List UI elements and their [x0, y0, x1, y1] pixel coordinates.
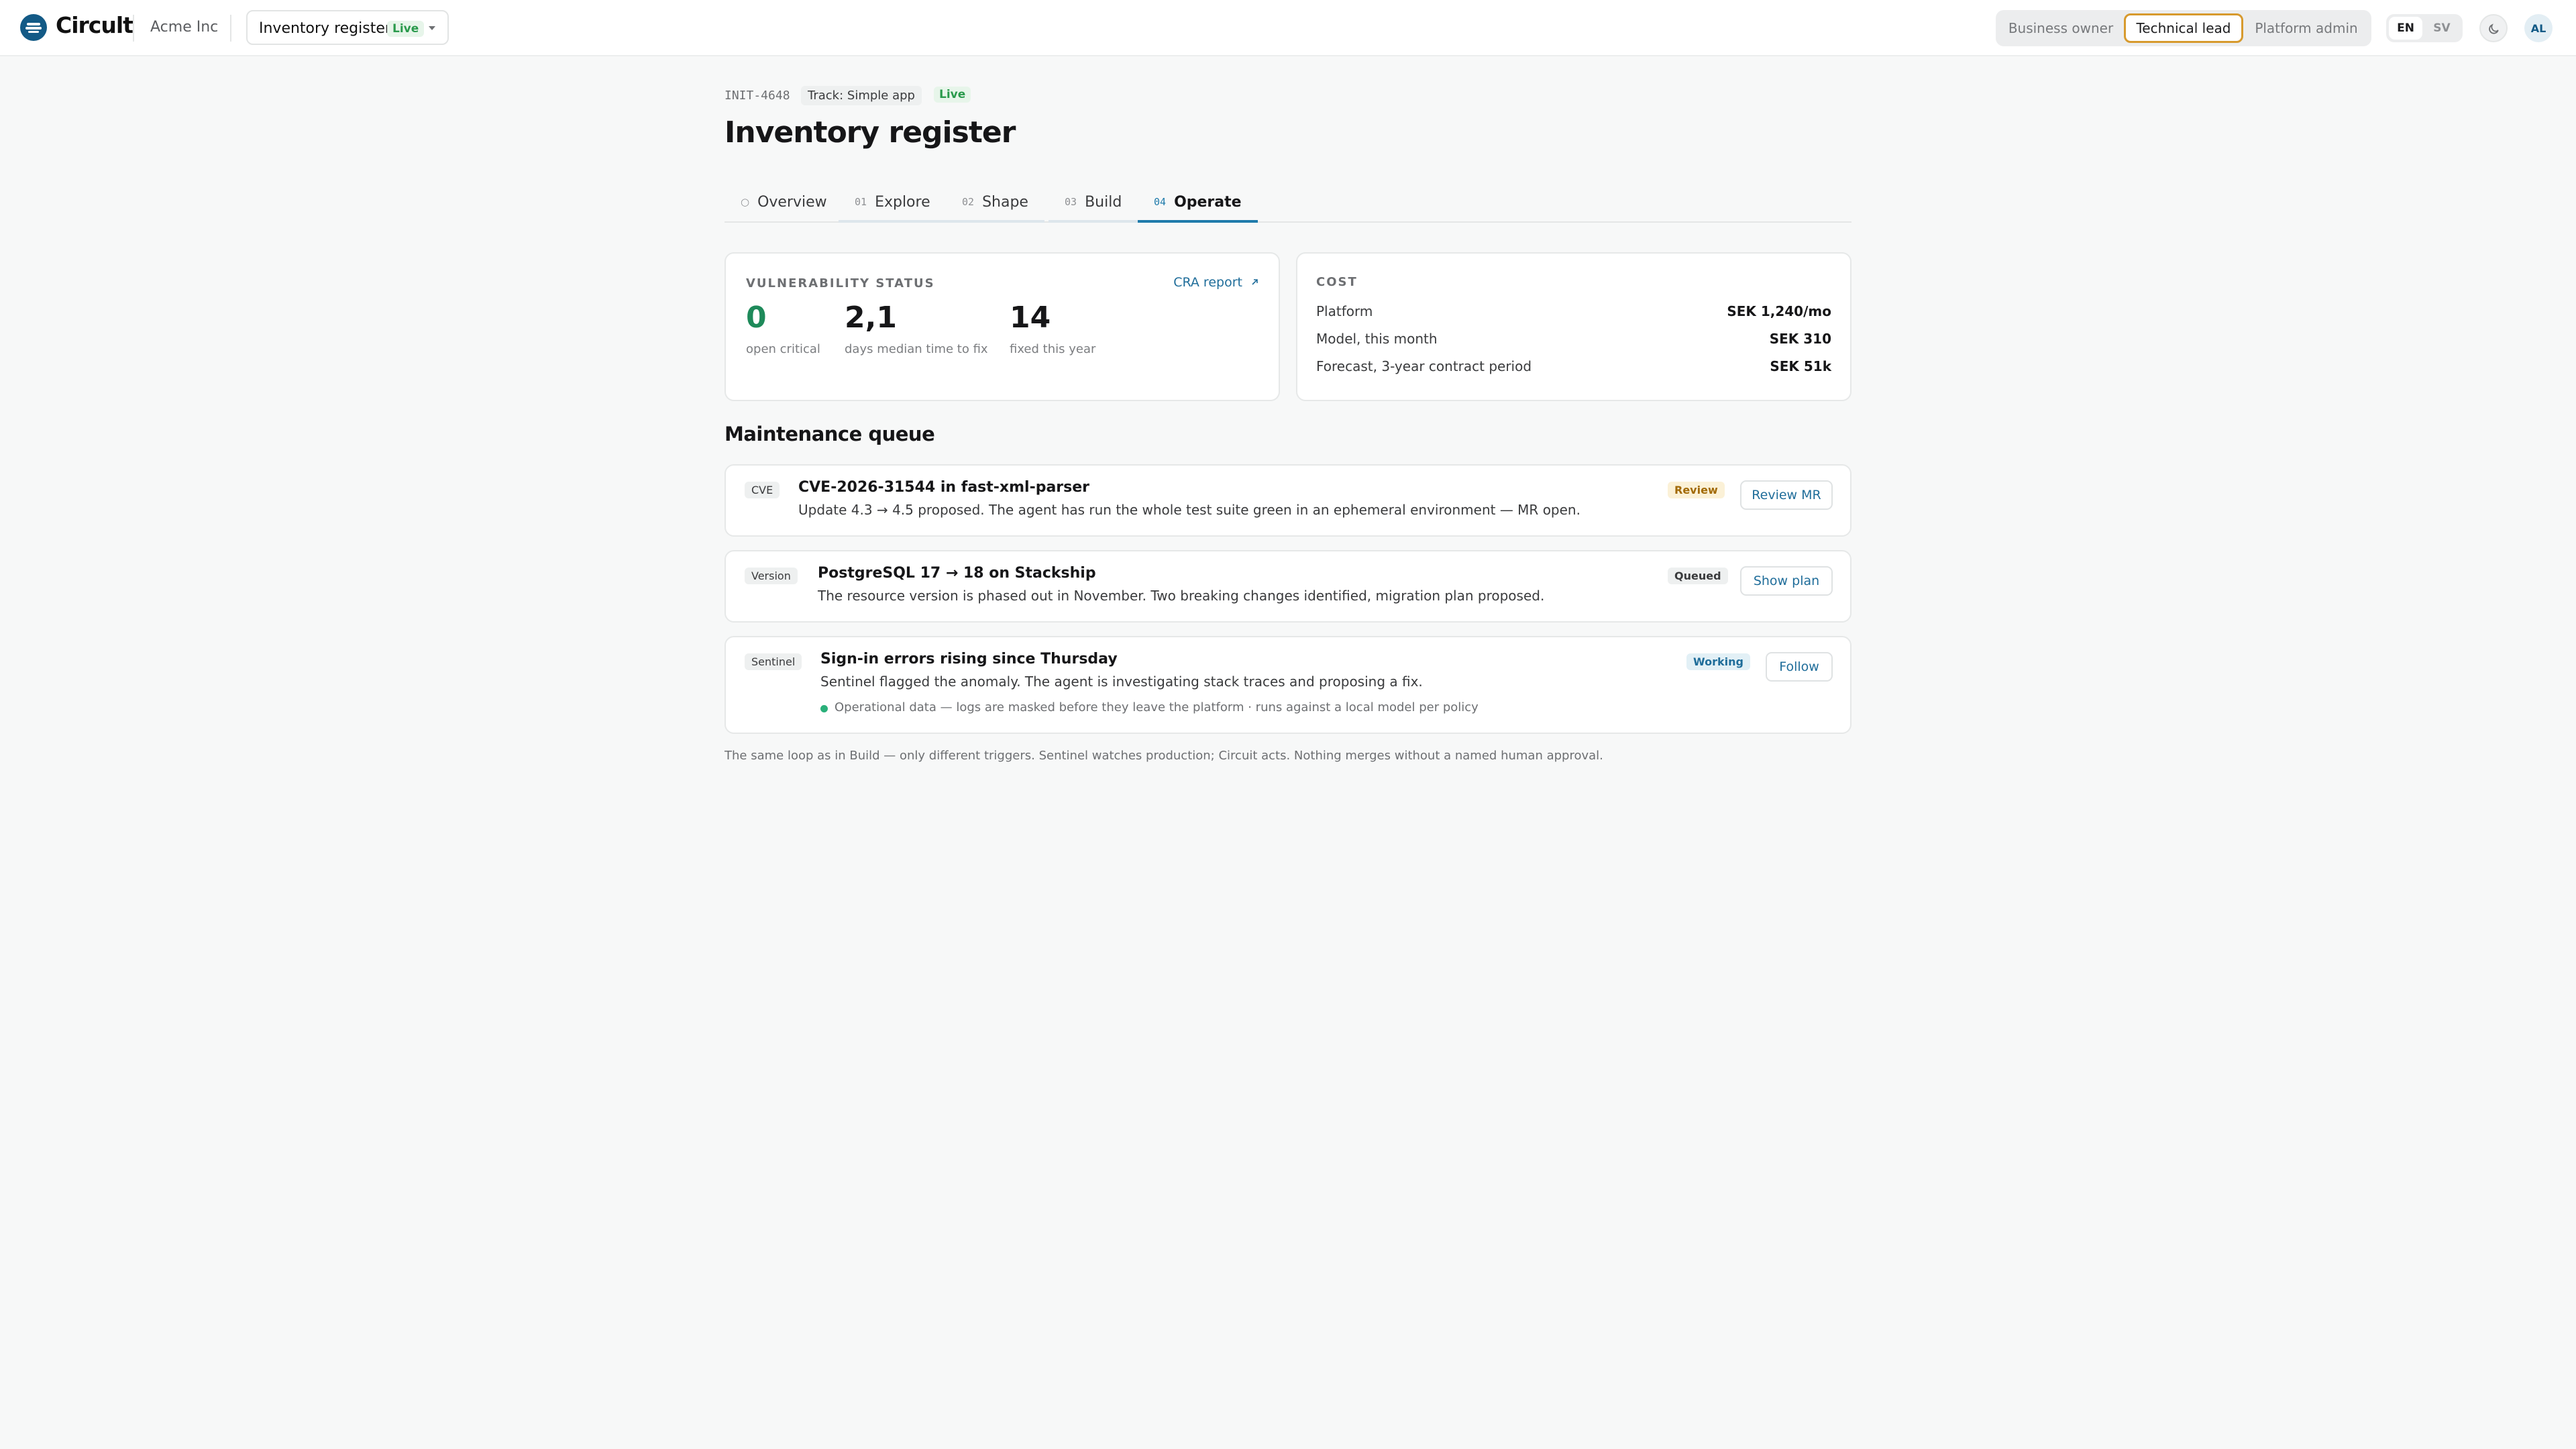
follow-button[interactable]: Follow — [1766, 652, 1833, 682]
project-status-badge: Live — [387, 21, 425, 37]
queue-item-title: Sign-in errors rising since Thursday — [820, 651, 1118, 667]
tab-label: Explore — [875, 193, 930, 211]
queue-item-description: The resource version is phased out in No… — [818, 588, 1545, 604]
role-switcher: Business owner Technical lead Platform a… — [1996, 10, 2371, 46]
tab-label: Operate — [1174, 193, 1242, 211]
project-selector[interactable]: Inventory register Live — [246, 10, 449, 45]
queue-item-sentinel: Sentinel Sign-in errors rising since Thu… — [724, 636, 1851, 734]
divider — [230, 15, 231, 42]
tab-number: 04 — [1154, 196, 1167, 208]
stat-open-critical-value: 0 — [746, 301, 767, 335]
data-policy-note: Operational data — logs are masked befor… — [835, 700, 1479, 714]
role-platform-admin[interactable]: Platform admin — [2247, 13, 2366, 43]
tab-label: Shape — [982, 193, 1028, 211]
queue-item-description: Update 4.3 → 4.5 proposed. The agent has… — [798, 502, 1580, 518]
review-mr-button[interactable]: Review MR — [1740, 480, 1833, 510]
stat-median-fix-caption: days median time to fix — [845, 342, 988, 356]
project-name: Inventory register — [259, 20, 391, 37]
stat-median-fix-value: 2,1 — [845, 301, 897, 335]
queue-item-title: PostgreSQL 17 → 18 on Stackship — [818, 565, 1096, 582]
queue-item-description: Sentinel flagged the anomaly. The agent … — [820, 674, 1423, 690]
tab-label: Build — [1085, 193, 1122, 211]
language-sv[interactable]: SV — [2425, 17, 2459, 40]
cost-row-forecast: Forecast, 3-year contract period SEK 51k — [1316, 358, 1831, 378]
tab-number: 01 — [855, 196, 867, 208]
top-bar: Circult Acme Inc Inventory register Live… — [0, 0, 2576, 56]
stat-fixed-year-caption: fixed this year — [1010, 342, 1096, 356]
show-plan-button[interactable]: Show plan — [1740, 566, 1833, 596]
tab-shape[interactable]: 02 Shape — [946, 184, 1044, 223]
cost-key: Model, this month — [1316, 331, 1438, 347]
footnote: The same loop as in Build — only differe… — [724, 749, 1603, 763]
logo-icon[interactable] — [20, 14, 47, 41]
cost-row-platform: Platform SEK 1,240/mo — [1316, 303, 1831, 323]
status-badge: Review — [1668, 482, 1725, 498]
org-name[interactable]: Acme Inc — [150, 19, 218, 36]
queue-item-cve: CVE CVE-2026-31544 in fast-xml-parser Up… — [724, 464, 1851, 537]
status-dot-icon — [820, 705, 828, 712]
queue-item-tag: Version — [745, 568, 798, 584]
status-badge: Working — [1686, 653, 1750, 670]
moon-icon — [2489, 23, 2499, 34]
phase-tabs: ○ Overview 01 Explore 02 Shape 03 Build … — [724, 184, 1851, 223]
role-business-owner[interactable]: Business owner — [2001, 13, 2121, 43]
queue-item-tag: Sentinel — [745, 653, 802, 670]
stat-open-critical-caption: open critical — [746, 342, 820, 356]
cra-report-link[interactable]: CRA report — [1173, 275, 1260, 290]
track-badge: Track: Simple app — [801, 86, 922, 105]
status-badge: Queued — [1668, 568, 1728, 584]
initiative-id: INIT-4648 — [724, 89, 790, 103]
cost-row-model: Model, this month SEK 310 — [1316, 331, 1831, 351]
tab-operate[interactable]: 04 Operate — [1138, 184, 1258, 223]
card-label: VULNERABILITY STATUS — [746, 276, 935, 290]
theme-toggle[interactable] — [2479, 14, 2508, 42]
cost-key: Platform — [1316, 303, 1373, 319]
tab-number: ○ — [741, 196, 750, 208]
cra-report-label: CRA report — [1173, 275, 1242, 290]
tab-label: Overview — [757, 193, 827, 211]
tab-number: 03 — [1065, 196, 1077, 208]
cost-value: SEK 1,240/mo — [1727, 303, 1831, 319]
page-meta: INIT-4648 Track: Simple app Live — [724, 86, 1127, 106]
stat-fixed-year-value: 14 — [1010, 301, 1051, 335]
divider — [133, 15, 134, 42]
cost-value: SEK 310 — [1769, 331, 1831, 347]
queue-item-tag: CVE — [745, 482, 780, 498]
queue-item-version: Version PostgreSQL 17 → 18 on Stackship … — [724, 550, 1851, 623]
avatar[interactable]: AL — [2524, 14, 2553, 42]
card-label: COST — [1316, 275, 1358, 289]
language-switcher: EN SV — [2386, 14, 2463, 42]
maintenance-queue-title: Maintenance queue — [724, 423, 935, 445]
app-name[interactable]: Circult — [56, 12, 133, 38]
chevron-down-icon — [429, 26, 435, 30]
cost-card: COST Platform SEK 1,240/mo Model, this m… — [1296, 252, 1851, 401]
cost-value: SEK 51k — [1770, 358, 1831, 374]
tab-build[interactable]: 03 Build — [1049, 184, 1138, 223]
status-badge: Live — [934, 87, 971, 103]
queue-item-title: CVE-2026-31544 in fast-xml-parser — [798, 479, 1090, 496]
role-technical-lead[interactable]: Technical lead — [2124, 13, 2243, 43]
language-en[interactable]: EN — [2389, 17, 2422, 40]
page-title: Inventory register — [724, 115, 1016, 150]
tab-explore[interactable]: 01 Explore — [839, 184, 947, 223]
cost-key: Forecast, 3-year contract period — [1316, 358, 1532, 374]
vulnerability-status-card: VULNERABILITY STATUS CRA report 0 open c… — [724, 252, 1280, 401]
tab-number: 02 — [962, 196, 975, 208]
tab-overview[interactable]: ○ Overview — [724, 184, 843, 223]
external-link-icon — [1252, 279, 1258, 285]
